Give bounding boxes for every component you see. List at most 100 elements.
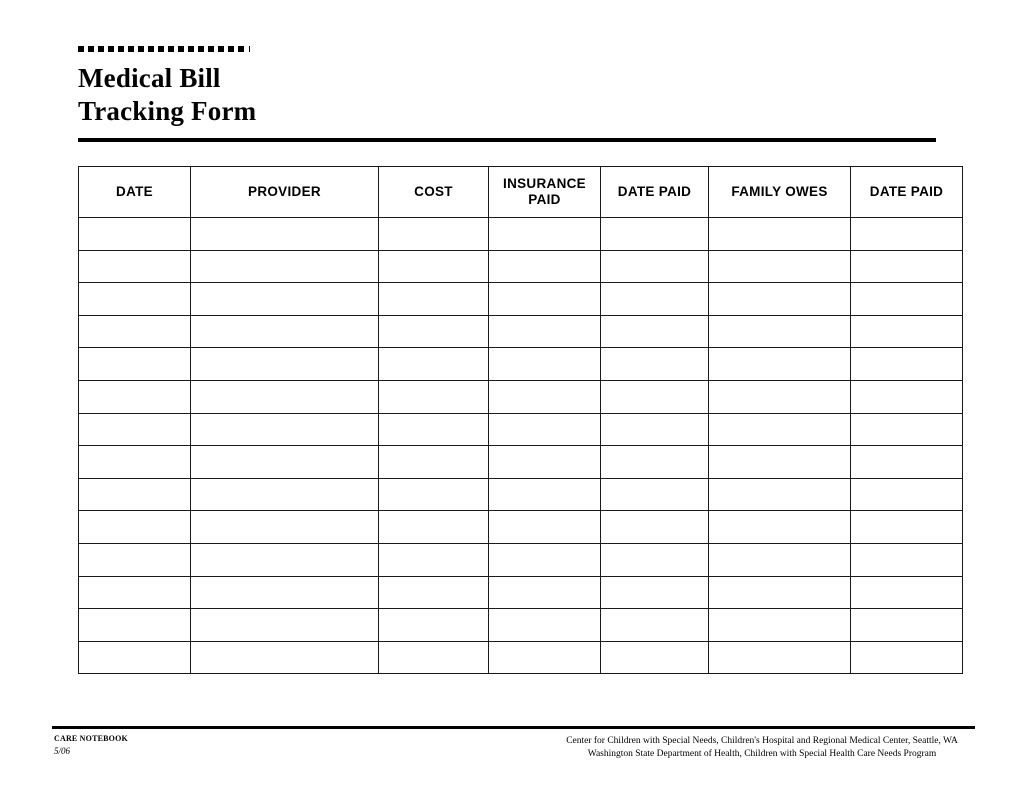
- cell-provider[interactable]: [190, 379, 379, 414]
- cell-provider[interactable]: [190, 217, 379, 251]
- cell-date_paid_1[interactable]: [600, 282, 709, 316]
- cell-date_paid_2[interactable]: [850, 510, 963, 544]
- cell-date[interactable]: [78, 314, 191, 349]
- cell-insurance[interactable]: [488, 640, 601, 675]
- cell-insurance[interactable]: [488, 445, 601, 479]
- cell-cost[interactable]: [378, 314, 489, 349]
- cell-provider[interactable]: [190, 477, 379, 512]
- cell-provider[interactable]: [190, 608, 379, 642]
- cell-insurance[interactable]: [488, 608, 601, 642]
- table-row: [78, 445, 963, 479]
- cell-date_paid_2[interactable]: [850, 412, 963, 447]
- cell-insurance[interactable]: [488, 575, 601, 610]
- cell-family_owes[interactable]: [708, 282, 851, 316]
- cell-cost[interactable]: [378, 249, 489, 284]
- cell-date[interactable]: [78, 412, 191, 447]
- cell-family_owes[interactable]: [708, 640, 851, 675]
- cell-family_owes[interactable]: [708, 608, 851, 642]
- cell-date[interactable]: [78, 347, 191, 381]
- cell-date_paid_2[interactable]: [850, 347, 963, 381]
- cell-cost[interactable]: [378, 542, 489, 577]
- cell-date_paid_2[interactable]: [850, 217, 963, 251]
- cell-date_paid_1[interactable]: [600, 445, 709, 479]
- cell-cost[interactable]: [378, 477, 489, 512]
- cell-date_paid_2[interactable]: [850, 640, 963, 675]
- table-row: [78, 510, 963, 544]
- cell-insurance[interactable]: [488, 282, 601, 316]
- cell-date_paid_2[interactable]: [850, 575, 963, 610]
- cell-family_owes[interactable]: [708, 217, 851, 251]
- cell-date_paid_2[interactable]: [850, 314, 963, 349]
- cell-date_paid_1[interactable]: [600, 477, 709, 512]
- cell-insurance[interactable]: [488, 412, 601, 447]
- cell-family_owes[interactable]: [708, 412, 851, 447]
- cell-cost[interactable]: [378, 640, 489, 675]
- cell-date_paid_2[interactable]: [850, 608, 963, 642]
- cell-family_owes[interactable]: [708, 542, 851, 577]
- cell-insurance[interactable]: [488, 347, 601, 381]
- cell-provider[interactable]: [190, 314, 379, 349]
- cell-family_owes[interactable]: [708, 477, 851, 512]
- cell-cost[interactable]: [378, 608, 489, 642]
- cell-insurance[interactable]: [488, 249, 601, 284]
- cell-date[interactable]: [78, 249, 191, 284]
- cell-provider[interactable]: [190, 445, 379, 479]
- cell-provider[interactable]: [190, 542, 379, 577]
- cell-insurance[interactable]: [488, 314, 601, 349]
- cell-date[interactable]: [78, 379, 191, 414]
- cell-family_owes[interactable]: [708, 445, 851, 479]
- cell-date_paid_1[interactable]: [600, 640, 709, 675]
- cell-provider[interactable]: [190, 510, 379, 544]
- cell-date[interactable]: [78, 608, 191, 642]
- cell-provider[interactable]: [190, 347, 379, 381]
- cell-provider[interactable]: [190, 640, 379, 675]
- cell-date_paid_1[interactable]: [600, 314, 709, 349]
- cell-date_paid_1[interactable]: [600, 510, 709, 544]
- cell-cost[interactable]: [378, 347, 489, 381]
- cell-date_paid_1[interactable]: [600, 412, 709, 447]
- cell-date_paid_2[interactable]: [850, 542, 963, 577]
- cell-family_owes[interactable]: [708, 314, 851, 349]
- cell-date[interactable]: [78, 217, 191, 251]
- cell-date[interactable]: [78, 282, 191, 316]
- cell-date_paid_2[interactable]: [850, 477, 963, 512]
- cell-cost[interactable]: [378, 379, 489, 414]
- cell-date_paid_1[interactable]: [600, 608, 709, 642]
- cell-date[interactable]: [78, 575, 191, 610]
- cell-cost[interactable]: [378, 217, 489, 251]
- cell-date_paid_2[interactable]: [850, 379, 963, 414]
- cell-cost[interactable]: [378, 282, 489, 316]
- cell-insurance[interactable]: [488, 477, 601, 512]
- cell-date[interactable]: [78, 510, 191, 544]
- cell-cost[interactable]: [378, 445, 489, 479]
- cell-date[interactable]: [78, 477, 191, 512]
- cell-family_owes[interactable]: [708, 347, 851, 381]
- cell-family_owes[interactable]: [708, 575, 851, 610]
- cell-date_paid_2[interactable]: [850, 445, 963, 479]
- cell-family_owes[interactable]: [708, 510, 851, 544]
- cell-cost[interactable]: [378, 510, 489, 544]
- cell-date_paid_2[interactable]: [850, 249, 963, 284]
- cell-provider[interactable]: [190, 282, 379, 316]
- cell-date_paid_1[interactable]: [600, 217, 709, 251]
- cell-provider[interactable]: [190, 412, 379, 447]
- cell-insurance[interactable]: [488, 510, 601, 544]
- cell-family_owes[interactable]: [708, 249, 851, 284]
- cell-provider[interactable]: [190, 249, 379, 284]
- cell-insurance[interactable]: [488, 379, 601, 414]
- cell-insurance[interactable]: [488, 542, 601, 577]
- cell-date_paid_2[interactable]: [850, 282, 963, 316]
- cell-date_paid_1[interactable]: [600, 542, 709, 577]
- cell-family_owes[interactable]: [708, 379, 851, 414]
- cell-date_paid_1[interactable]: [600, 249, 709, 284]
- cell-date_paid_1[interactable]: [600, 575, 709, 610]
- cell-date_paid_1[interactable]: [600, 379, 709, 414]
- cell-provider[interactable]: [190, 575, 379, 610]
- cell-date_paid_1[interactable]: [600, 347, 709, 381]
- cell-insurance[interactable]: [488, 217, 601, 251]
- cell-cost[interactable]: [378, 412, 489, 447]
- cell-cost[interactable]: [378, 575, 489, 610]
- cell-date[interactable]: [78, 640, 191, 675]
- cell-date[interactable]: [78, 445, 191, 479]
- cell-date[interactable]: [78, 542, 191, 577]
